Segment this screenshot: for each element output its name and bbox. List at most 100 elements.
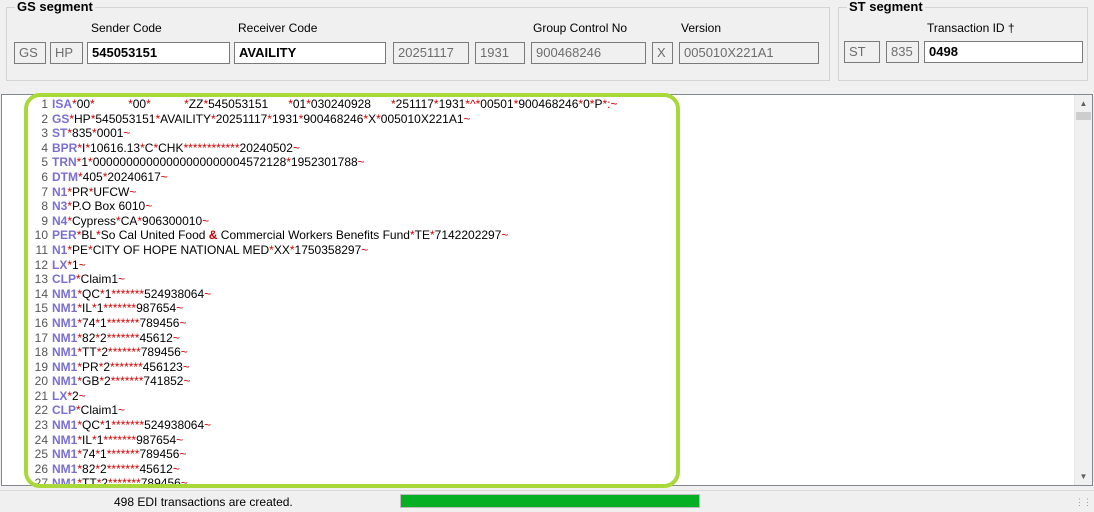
chevron-down-icon[interactable]: ▼: [1075, 468, 1092, 485]
line-number: 16: [34, 315, 48, 330]
edi-line: 5 TRN*1*00000000000000000000004572128*195…: [2, 155, 1077, 170]
line-number: 1: [41, 97, 48, 111]
edi-line: 15 NM1*IL*1*******987654~: [2, 301, 1077, 316]
line-number: 15: [34, 301, 48, 316]
transaction-set-field: 835: [886, 41, 919, 63]
segment-id: CLP: [52, 272, 76, 287]
segment-id: NM1: [52, 418, 78, 433]
edi-line: 21 LX*2~: [2, 389, 1077, 404]
line-number: 12: [34, 257, 48, 272]
segment-id: TRN: [52, 155, 77, 170]
segment-id: N3: [52, 199, 68, 214]
agency-code-field: X: [652, 42, 673, 64]
line-number: 11: [35, 242, 48, 257]
line-number: 24: [34, 432, 48, 447]
vertical-scrollbar[interactable]: ▲ ▼: [1074, 95, 1092, 485]
segment-id: NM1: [52, 447, 78, 462]
edi-line: 19 NM1*PR*2*******456123~: [2, 360, 1077, 375]
line-number: 23: [34, 418, 48, 433]
segment-id: GS: [52, 111, 70, 126]
segment-id: BPR: [52, 140, 78, 155]
line-number: 3: [41, 126, 48, 141]
scrollbar-thumb[interactable]: [1076, 112, 1091, 120]
segment-id: N1: [52, 184, 68, 199]
line-number: 6: [41, 169, 48, 184]
segment-id: N4: [52, 213, 68, 228]
edi-line: 7 N1*PR*UFCW~: [2, 185, 1077, 200]
segment-id: NM1: [52, 345, 78, 360]
segment-elements: *IL*1*******987654~: [77, 432, 184, 447]
segment-elements: *TT*2*******789456~: [77, 345, 188, 360]
edi-line: 1 ISA*00* *00* *ZZ*545053151 *01*03024092…: [2, 97, 1077, 112]
segment-elements: *74*1*******789456~: [77, 315, 187, 330]
segment-id: CLP: [52, 403, 76, 418]
segment-elements: *IL*1*******987654~: [77, 301, 184, 316]
edi-line: 20 NM1*GB*2*******741852~: [2, 374, 1077, 389]
segment-id: NM1: [52, 359, 78, 374]
segment-id: DTM: [52, 169, 78, 184]
line-number: 8: [41, 199, 48, 214]
gs-segment-title: GS segment: [15, 0, 95, 14]
segment-elements: *TT*2*******789456~: [77, 476, 188, 486]
segment-elements: *82*2*******45612~: [77, 461, 180, 476]
edi-line: 25 NM1*74*1*******789456~: [2, 447, 1077, 462]
segment-elements: *QC*1*******524938064~: [77, 418, 212, 433]
chevron-up-icon[interactable]: ▲: [1075, 95, 1092, 112]
edi-text-editor[interactable]: 1 ISA*00* *00* *ZZ*545053151 *01*03024092…: [1, 94, 1093, 486]
segment-elements: *Claim1~: [76, 403, 126, 418]
segment-elements: *1*00000000000000000000004572128*1952301…: [76, 155, 365, 170]
line-number: 4: [41, 140, 48, 155]
edi-line: 18 NM1*TT*2*******789456~: [2, 345, 1077, 360]
st-segment-group: ST segment Transaction ID † ST 835 0498: [838, 0, 1088, 81]
edi-line: 26 NM1*82*2*******45612~: [2, 462, 1077, 477]
transaction-id-label: Transaction ID †: [927, 21, 1015, 35]
st-id-field: ST: [844, 41, 880, 63]
transaction-id-input[interactable]: 0498: [924, 41, 1083, 63]
line-number: 21: [34, 388, 48, 403]
line-number: 13: [34, 272, 48, 287]
edi-line: 14 NM1*QC*1*******524938064~: [2, 287, 1077, 302]
gs-id-field: GS: [14, 42, 46, 64]
progress-bar: [400, 494, 700, 508]
sender-code-input[interactable]: 545053151: [87, 42, 230, 64]
edi-line: 4 BPR*I*10616.13*C*CHK************2024050…: [2, 141, 1077, 156]
time-field: 1931: [475, 42, 525, 64]
edi-line: 27 NM1*TT*2*******789456~: [2, 476, 1077, 486]
segment-elements: *82*2*******45612~: [77, 330, 180, 345]
status-message: 498 EDI transactions are created.: [114, 495, 293, 509]
edi-line: 8 N3*P.O Box 6010~: [2, 199, 1077, 214]
date-field: 20251117: [393, 42, 469, 64]
segment-elements: *BL*So Cal United Food & Commercial Work…: [76, 228, 509, 243]
segment-id: LX: [52, 388, 68, 403]
segment-elements: *P.O Box 6010~: [67, 199, 153, 214]
segment-elements: *835*0001~: [67, 126, 131, 141]
resize-grip-icon[interactable]: ⋮⋮: [1075, 497, 1092, 508]
version-label: Version: [681, 21, 722, 35]
line-number: 2: [41, 111, 48, 126]
receiver-code-label: Receiver Code: [238, 21, 318, 35]
segment-elements: *HP*545053151*AVAILITY*20251117*1931*900…: [69, 111, 471, 126]
segment-id: NM1: [52, 476, 78, 486]
line-number: 19: [34, 359, 48, 374]
segment-id: ISA: [52, 97, 73, 111]
edi-line: 11 N1*PE*CITY OF HOPE NATIONAL MED*XX*175…: [2, 243, 1077, 258]
edi-line: 6 DTM*405*20240617~: [2, 170, 1077, 185]
segment-id: N1: [52, 242, 68, 257]
segment-id: NM1: [52, 286, 78, 301]
segment-id: NM1: [52, 301, 78, 316]
edi-line: 10 PER*BL*So Cal United Food & Commercial…: [2, 228, 1077, 243]
edi-line: 3 ST*835*0001~: [2, 126, 1077, 141]
segment-id: NM1: [52, 315, 78, 330]
group-control-field: 900468246: [531, 42, 646, 64]
line-number: 14: [34, 286, 48, 301]
line-number: 27: [34, 476, 48, 486]
segment-elements: *GB*2*******741852~: [77, 374, 191, 389]
segment-elements: *1~: [67, 257, 86, 272]
edi-line: 2 GS*HP*545053151*AVAILITY*20251117*1931*…: [2, 112, 1077, 127]
line-number: 7: [41, 184, 48, 199]
segment-elements: *PR*2*******456123~: [77, 359, 190, 374]
group-control-label: Group Control No: [533, 21, 628, 35]
edi-line: 16 NM1*74*1*******789456~: [2, 316, 1077, 331]
receiver-code-input[interactable]: AVAILITY: [234, 42, 386, 64]
edi-line: 17 NM1*82*2*******45612~: [2, 331, 1077, 346]
